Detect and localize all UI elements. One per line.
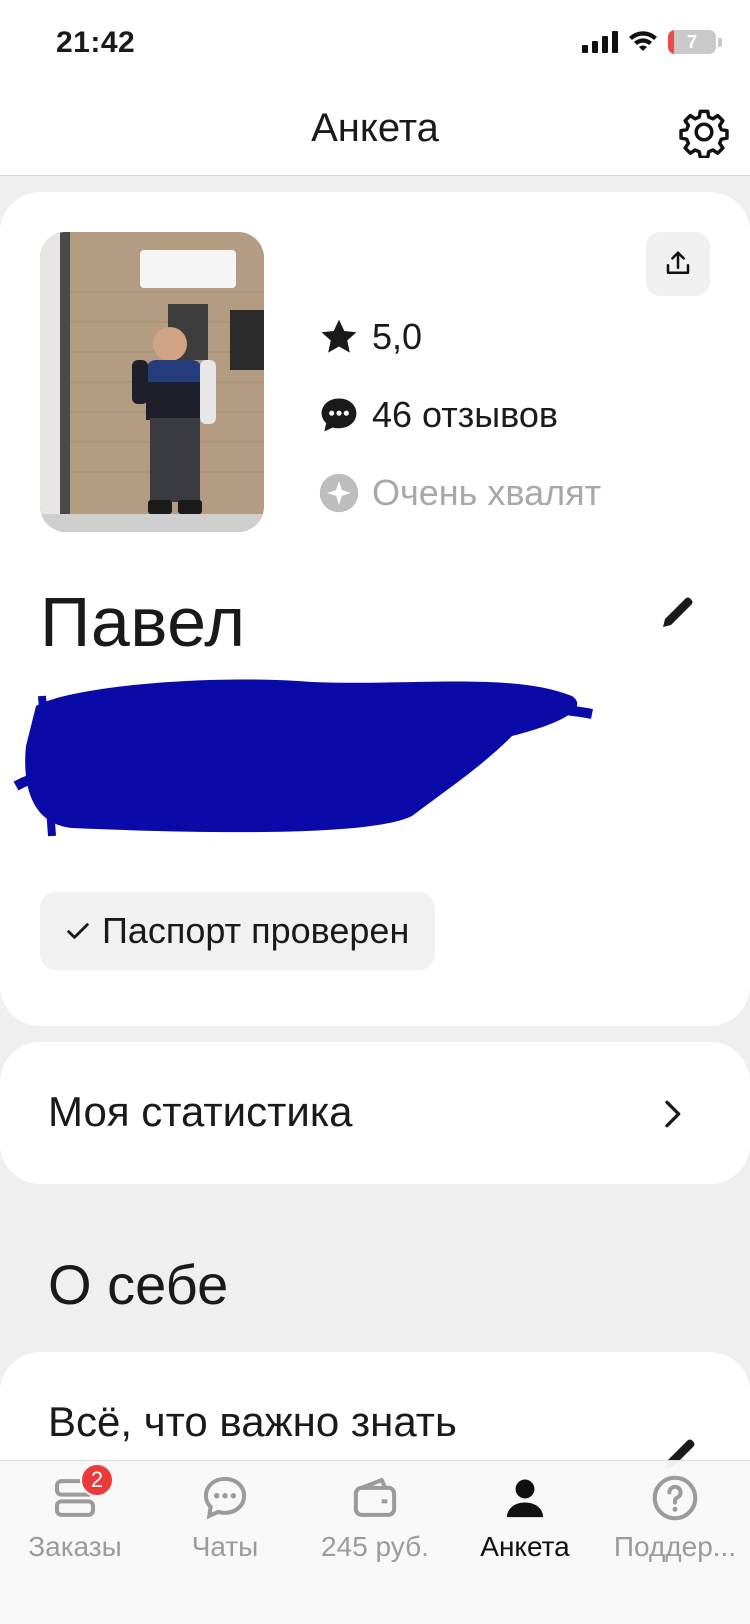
tab-label: Анкета <box>480 1531 570 1562</box>
tab-wallet[interactable]: 245 руб. <box>300 1471 450 1571</box>
tab-label: Заказы <box>28 1531 122 1562</box>
reviews-row[interactable]: 46 отзывов <box>316 376 601 454</box>
about-section-title: О себе <box>48 1253 229 1316</box>
reviews-chat-icon <box>321 398 357 432</box>
about-card-title: Всё, что важно знать <box>48 1398 457 1445</box>
cellular-signal-icon <box>582 31 618 53</box>
sparkle-icon <box>319 473 359 513</box>
reviews-count: 46 отзывов <box>372 394 559 435</box>
status-bar: 21:42 7 <box>0 0 750 88</box>
profile-card: 5,0 46 отзывов Очень хвалят Павел Паспор… <box>0 192 750 1026</box>
profile-icon <box>507 1479 543 1518</box>
gear-icon[interactable] <box>678 106 730 158</box>
profile-stats: 5,0 46 отзывов Очень хвалят <box>316 298 601 532</box>
passport-verified-label: Паспорт проверен <box>102 910 410 951</box>
share-button[interactable] <box>646 232 710 296</box>
status-icons: 7 <box>582 30 722 54</box>
tab-profile[interactable]: Анкета <box>450 1471 600 1571</box>
tab-label: 245 руб. <box>321 1531 429 1562</box>
tab-orders[interactable]: 2 Заказы <box>0 1463 150 1571</box>
tab-bar: 2 Заказы Чаты 245 руб. Анкета Поддер... <box>0 1460 750 1624</box>
statistics-label: Моя статистика <box>48 1088 353 1135</box>
statistics-row[interactable]: Моя статистика <box>0 1042 750 1184</box>
profile-photo-image <box>40 232 264 532</box>
tab-label: Чаты <box>191 1531 259 1562</box>
redaction-scribble <box>13 679 593 837</box>
rating-value: 5,0 <box>372 316 423 357</box>
orders-badge: 2 <box>80 1463 114 1497</box>
wifi-icon <box>629 31 657 51</box>
battery-icon: 7 <box>668 30 716 54</box>
battery-percent: 7 <box>686 31 697 52</box>
star-icon <box>321 319 357 353</box>
profile-photo[interactable] <box>40 232 264 532</box>
tab-chats[interactable]: Чаты <box>150 1471 300 1571</box>
tab-label: Поддер... <box>613 1531 737 1562</box>
rating-row: 5,0 <box>316 298 601 376</box>
page-title: Анкета <box>311 106 439 150</box>
share-icon <box>666 251 690 274</box>
wallet-icon <box>353 1477 397 1517</box>
status-time: 21:42 <box>56 26 136 59</box>
chevron-right-icon <box>665 1100 681 1128</box>
chat-icon <box>203 1476 247 1520</box>
praise-label: Очень хвалят <box>372 472 602 513</box>
tab-support[interactable]: Поддер... <box>600 1471 750 1571</box>
praise-row: Очень хвалят <box>316 454 601 532</box>
pencil-icon[interactable] <box>658 592 698 632</box>
help-icon <box>652 1475 698 1521</box>
passport-verified-badge: Паспорт проверен <box>40 892 436 970</box>
profile-name: Павел <box>40 583 246 661</box>
checkmark-icon <box>67 923 89 939</box>
nav-bar: Анкета <box>0 88 750 176</box>
